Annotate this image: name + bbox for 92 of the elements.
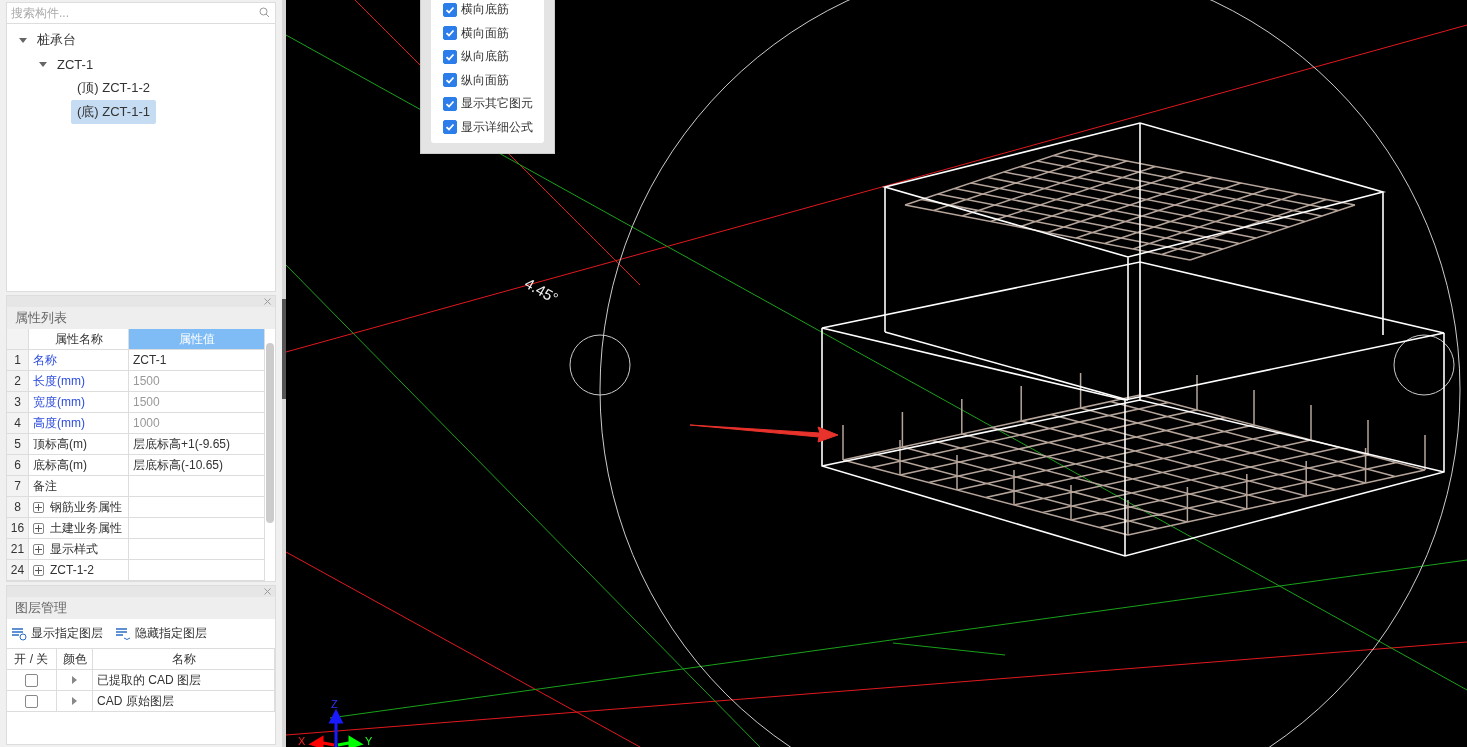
hide-layer-button[interactable]: 隐藏指定图层 (115, 625, 207, 642)
row-number: 1 (7, 350, 29, 371)
option-checkbox[interactable]: 显示其它图元 (443, 94, 544, 114)
property-name: 高度(mm) (29, 413, 129, 434)
layers-icon (11, 626, 27, 641)
check-icon (445, 4, 455, 15)
option-checkbox[interactable]: 横向底筋 (443, 0, 544, 20)
column-header[interactable]: 属性名称 (29, 329, 129, 350)
group-row[interactable]: 土建业务属性 (29, 518, 129, 539)
row-number: 5 (7, 434, 29, 455)
property-name: 长度(mm) (29, 371, 129, 392)
row-number: 21 (7, 539, 29, 560)
axis-label: Z (331, 699, 338, 710)
group-label: ZCT-1-2 (50, 563, 94, 577)
tree-item[interactable]: (顶) ZCT-1-2 (71, 76, 156, 100)
row-number: 8 (7, 497, 29, 518)
option-label: 显示详细公式 (461, 118, 533, 136)
search-field[interactable]: 搜索构件... (6, 2, 276, 24)
layer-name: CAD 原始图层 (93, 691, 275, 712)
angle-label: 4.45° (522, 274, 562, 307)
property-name: 底标高(m) (29, 455, 129, 476)
checkbox[interactable] (25, 673, 38, 687)
expand-icon[interactable] (33, 564, 44, 576)
search-icon (259, 7, 270, 18)
group-label: 土建业务属性 (50, 519, 122, 537)
layer-name: 已提取的 CAD 图层 (93, 670, 275, 691)
pile-circle (1393, 334, 1455, 396)
check-icon (445, 28, 455, 39)
row-number: 3 (7, 392, 29, 413)
option-checkbox[interactable]: 纵向底筋 (443, 47, 544, 67)
check-icon (445, 75, 455, 86)
row-number: 6 (7, 455, 29, 476)
axis-label: Y (365, 736, 373, 747)
property-name: 宽度(mm) (29, 392, 129, 413)
show-layer-button[interactable]: 显示指定图层 (11, 625, 103, 642)
close-icon[interactable] (264, 588, 271, 595)
panel-title: 图层管理 (7, 597, 275, 619)
option-checkbox[interactable]: 纵向面筋 (443, 70, 544, 90)
expand-arrow-icon[interactable] (39, 61, 47, 67)
expand-icon[interactable] (33, 522, 44, 534)
group-row[interactable]: 显示样式 (29, 539, 129, 560)
option-checkbox[interactable]: 显示详细公式 (443, 117, 544, 137)
expand-icon[interactable] (33, 543, 44, 555)
checkbox[interactable] (443, 2, 457, 17)
column-header: 开 / 关 (7, 649, 57, 670)
check-icon (445, 98, 455, 109)
group-label: 钢筋业务属性 (50, 498, 122, 516)
expand-arrow-icon[interactable] (72, 697, 77, 705)
option-label: 显示其它图元 (461, 95, 533, 113)
viewport-background[interactable]: 4.45° Z X Y 横向底筋 横向面筋 纵向底筋 纵向面筋 显示其它图元 显示详细公式 (286, 0, 1467, 747)
group-row[interactable]: 钢筋业务属性 (29, 497, 129, 518)
tree-item[interactable]: (底) ZCT-1-1 (71, 100, 156, 124)
pile-circle (569, 334, 631, 396)
row-number: 16 (7, 518, 29, 539)
checkbox[interactable] (25, 694, 38, 708)
expand-arrow-icon[interactable] (72, 676, 77, 684)
expand-arrow-icon[interactable] (19, 37, 27, 43)
expand-icon[interactable] (33, 501, 44, 513)
panel-title: 属性列表 (7, 307, 275, 329)
checkbox[interactable] (443, 49, 457, 64)
tree-item[interactable]: ZCT-1 (51, 53, 100, 75)
column-header: 名称 (93, 649, 275, 670)
row-number: 4 (7, 413, 29, 434)
layers-icon (115, 626, 131, 641)
checkbox[interactable] (443, 26, 457, 41)
property-name: 备注 (29, 476, 129, 497)
option-checkbox[interactable]: 横向面筋 (443, 23, 544, 43)
checkbox[interactable] (443, 120, 457, 135)
property-name: 名称 (29, 350, 129, 371)
option-label: 横向面筋 (461, 24, 509, 42)
property-value[interactable]: 层底标高+1(-9.65) (129, 434, 265, 455)
check-icon (445, 122, 455, 133)
check-icon (445, 51, 455, 62)
axis-label: X (298, 736, 306, 747)
property-name: 顶标高(m) (29, 434, 129, 455)
row-number: 2 (7, 371, 29, 392)
checkbox[interactable] (443, 73, 457, 88)
row-number: 24 (7, 560, 29, 581)
splitter-handle[interactable] (282, 298, 286, 399)
option-label: 纵向底筋 (461, 48, 509, 66)
group-row[interactable]: ZCT-1-2 (29, 560, 129, 581)
axis-gizmo-drawing (308, 708, 364, 747)
column-header: 颜色 (57, 649, 93, 670)
tree-item[interactable]: 桩承台 (31, 28, 82, 52)
property-value[interactable]: 层底标高(-10.65) (129, 455, 265, 476)
group-label: 显示样式 (50, 540, 98, 558)
close-icon[interactable] (264, 298, 271, 305)
property-value[interactable]: ZCT-1 (129, 350, 265, 371)
option-label: 横向底筋 (461, 1, 509, 19)
row-number: 7 (7, 476, 29, 497)
checkbox[interactable] (443, 96, 457, 111)
option-label: 纵向面筋 (461, 71, 509, 89)
